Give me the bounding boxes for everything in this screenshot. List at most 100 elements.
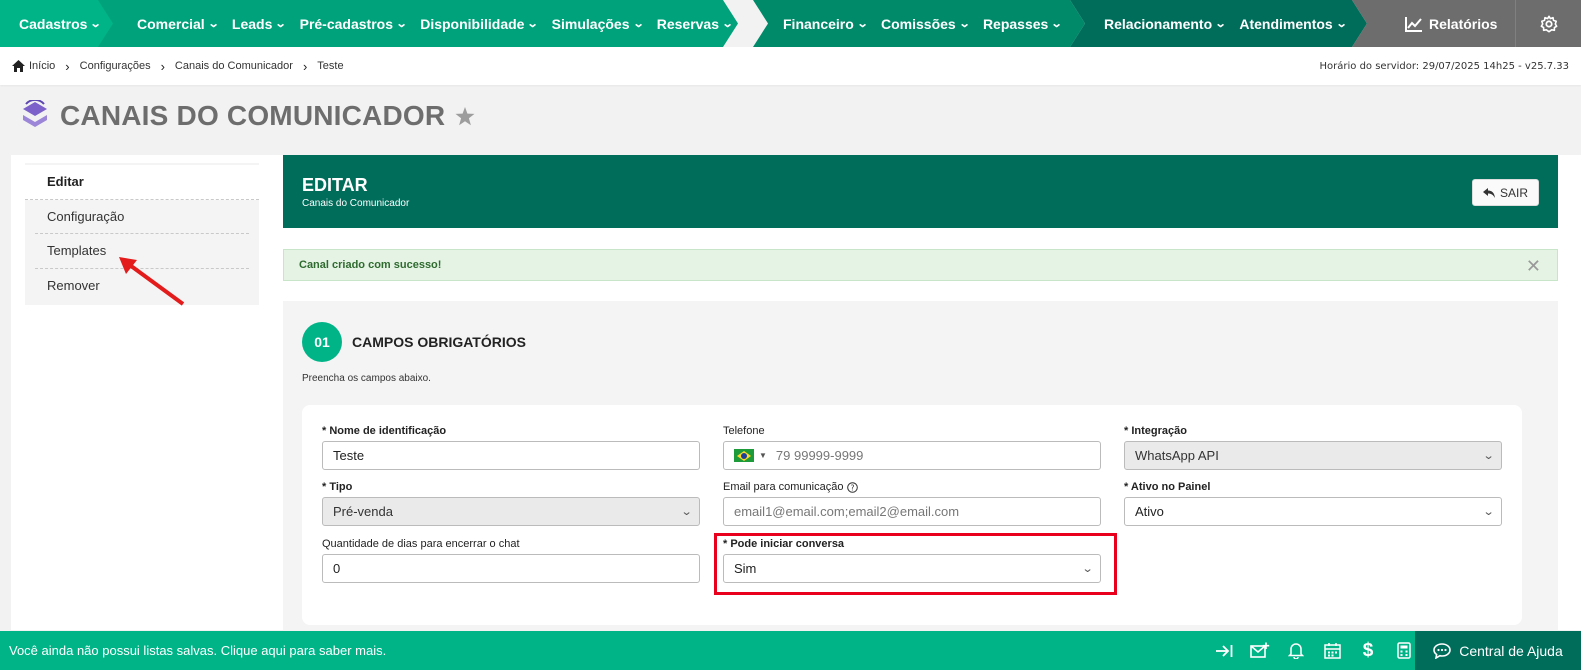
select-value: WhatsApp API <box>1135 448 1219 463</box>
nav-item-cadastros[interactable]: Cadastros ⌄ <box>19 15 102 32</box>
help-center-button[interactable]: Central de Ajuda <box>1415 631 1581 670</box>
close-icon[interactable]: ✕ <box>1526 256 1541 277</box>
chevron-down-icon: ⌄ <box>1482 506 1495 518</box>
gear-icon <box>1540 15 1557 32</box>
nav-label: Leads <box>231 15 273 32</box>
calendar-icon[interactable] <box>1321 642 1343 659</box>
sidebar-item-label: Configuração <box>47 208 125 224</box>
chevron-down-icon: ⌄ <box>207 18 220 30</box>
nav-item-repasses[interactable]: Repasses ⌄ <box>982 15 1063 32</box>
nav-label: Comercial <box>137 15 205 32</box>
help-label: Central de Ajuda <box>1459 642 1563 659</box>
settings-button[interactable] <box>1515 0 1581 47</box>
page-header: CANAIS DO COMUNICADOR <box>20 100 475 132</box>
field-label: * Tipo <box>322 481 353 493</box>
nav-item-relacionamento[interactable]: Relacionamento ⌄ <box>1104 15 1227 32</box>
chevron-right-icon: › <box>160 58 165 74</box>
nav-group-financeiro: Financeiro ⌄ Comissões ⌄ Repasses ⌄ <box>753 0 1085 47</box>
section-title: CAMPOS OBRIGATÓRIOS <box>352 334 526 350</box>
chevron-down-icon: ⌄ <box>527 18 540 30</box>
top-navigation: Cadastros ⌄ Comercial ⌄ Leads ⌄ Pré-cadastr… <box>0 0 1581 47</box>
nav-label: Cadastros <box>19 15 88 32</box>
input-placeholder: 79 99999-9999 <box>775 448 864 463</box>
email-input[interactable]: email1@email.com;email2@email.com <box>723 497 1101 526</box>
nav-label: Simulações <box>551 15 630 32</box>
dollar-icon[interactable]: $ <box>1357 640 1379 662</box>
collapse-right-icon[interactable] <box>1213 644 1235 658</box>
footer-icons: $ <box>1213 631 1415 670</box>
field-label-wrap: Email para comunicação ? <box>723 481 1101 493</box>
bell-icon[interactable] <box>1285 642 1307 659</box>
nav-item-comissoes[interactable]: Comissões ⌄ <box>881 16 970 32</box>
crumb-home[interactable]: Início <box>12 60 55 72</box>
breadcrumb-label: Início <box>29 60 56 72</box>
integracao-field: * Integração WhatsApp API ⌄ <box>1124 425 1502 470</box>
nav-item-simulacoes[interactable]: Simulações ⌄ <box>551 15 645 32</box>
crumb-configuracoes[interactable]: Configurações <box>80 60 151 72</box>
nav-item-relatorios[interactable]: Relatórios <box>1352 0 1515 47</box>
nav-group-relacionamento: Relacionamento ⌄ Atendimentos ⌄ <box>1070 0 1367 47</box>
star-icon[interactable] <box>455 106 475 126</box>
chevron-down-icon: ⌄ <box>1335 18 1348 30</box>
exit-button[interactable]: SAIR <box>1471 179 1539 206</box>
edit-subtitle: Canais do Comunicador <box>302 198 410 209</box>
chevron-down-icon: ⌄ <box>856 18 869 30</box>
nav-item-atendimentos[interactable]: Atendimentos ⌄ <box>1239 16 1348 32</box>
step-number: 01 <box>302 322 342 362</box>
nav-item-disponibilidade[interactable]: Disponibilidade ⌄ <box>420 15 540 32</box>
integracao-select[interactable]: WhatsApp API ⌄ <box>1124 441 1502 470</box>
chevron-down-icon: ⌄ <box>275 18 287 30</box>
chevron-down-icon: ⌄ <box>680 506 693 518</box>
nav-item-comercial[interactable]: Comercial ⌄ <box>137 15 220 32</box>
sync-logo-icon <box>23 100 47 127</box>
chevron-down-icon: ⌄ <box>632 18 645 30</box>
nav-item-reservas[interactable]: Reservas ⌄ <box>657 16 734 32</box>
sidebar-item-label: Templates <box>47 243 107 259</box>
field-label: * Nome de identificação <box>322 425 447 437</box>
dias-input[interactable]: 0 <box>322 554 700 583</box>
nav-item-pre-cadastros[interactable]: Pré-cadastros ⌄ <box>299 15 408 32</box>
server-time: Horário do servidor: 29/07/2025 14h25 - … <box>1319 60 1569 72</box>
chevron-right-icon: › <box>302 58 308 74</box>
crumb-current: Teste <box>317 60 344 72</box>
nav-label: Repasses <box>982 15 1049 32</box>
reply-icon <box>1482 187 1495 198</box>
nav-label: Relacionamento <box>1104 15 1213 32</box>
breadcrumb-bar: Início › Configurações › Canais do Comun… <box>0 47 1581 85</box>
nome-input[interactable]: Teste <box>322 441 700 470</box>
nav-item-financeiro[interactable]: Financeiro ⌄ <box>783 15 869 32</box>
nav-label: Financeiro <box>783 15 854 32</box>
nav-group-comercial: Comercial ⌄ Leads ⌄ Pré-cadastros ⌄ Disponi… <box>98 0 738 47</box>
ativo-select[interactable]: Ativo ⌄ <box>1124 497 1502 526</box>
nav-label: Disponibilidade <box>420 15 525 32</box>
email-field: Email para comunicação ? email1@email.co… <box>723 481 1101 526</box>
nav-label: Pré-cadastros <box>299 15 393 32</box>
sidebar-item-editar[interactable]: Editar <box>25 165 259 200</box>
sidebar-item-configuracao[interactable]: Configuração <box>35 200 249 234</box>
tipo-select[interactable]: Pré-venda ⌄ <box>322 497 700 526</box>
chevron-down-icon: ⌄ <box>721 18 734 30</box>
nav-item-leads[interactable]: Leads ⌄ <box>231 15 287 32</box>
chart-line-icon <box>1405 16 1422 32</box>
select-value: Ativo <box>1135 504 1164 519</box>
brazil-flag-icon[interactable] <box>734 449 754 462</box>
saved-lists-message[interactable]: Você ainda não possui listas salvas. Cli… <box>0 643 386 658</box>
help-circle-icon[interactable]: ? <box>847 481 859 493</box>
crumb-canais[interactable]: Canais do Comunicador <box>175 60 293 72</box>
field-label: Quantidade de dias para encerrar o chat <box>322 538 520 550</box>
chevron-down-icon: ⌄ <box>1482 450 1495 462</box>
caret-down-icon: ▼ <box>759 451 767 460</box>
section-hint: Preencha os campos abaixo. <box>302 373 431 384</box>
calculator-icon[interactable] <box>1393 642 1415 659</box>
annotation-arrow-icon <box>119 257 185 306</box>
field-label: Email para comunicação <box>723 481 844 493</box>
field-label: Telefone <box>723 425 765 437</box>
footer-bar: Você ainda não possui listas salvas. Cli… <box>0 631 1581 670</box>
sidebar-item-label: Remover <box>47 278 100 294</box>
select-value: Pré-venda <box>333 504 393 519</box>
mail-add-icon[interactable] <box>1249 642 1271 659</box>
breadcrumb: Início › Configurações › Canais do Comun… <box>12 59 344 74</box>
edit-header: EDITAR Canais do Comunicador SAIR <box>283 155 1558 228</box>
home-icon <box>12 60 25 72</box>
telefone-input[interactable]: ▼ 79 99999-9999 <box>723 441 1101 470</box>
